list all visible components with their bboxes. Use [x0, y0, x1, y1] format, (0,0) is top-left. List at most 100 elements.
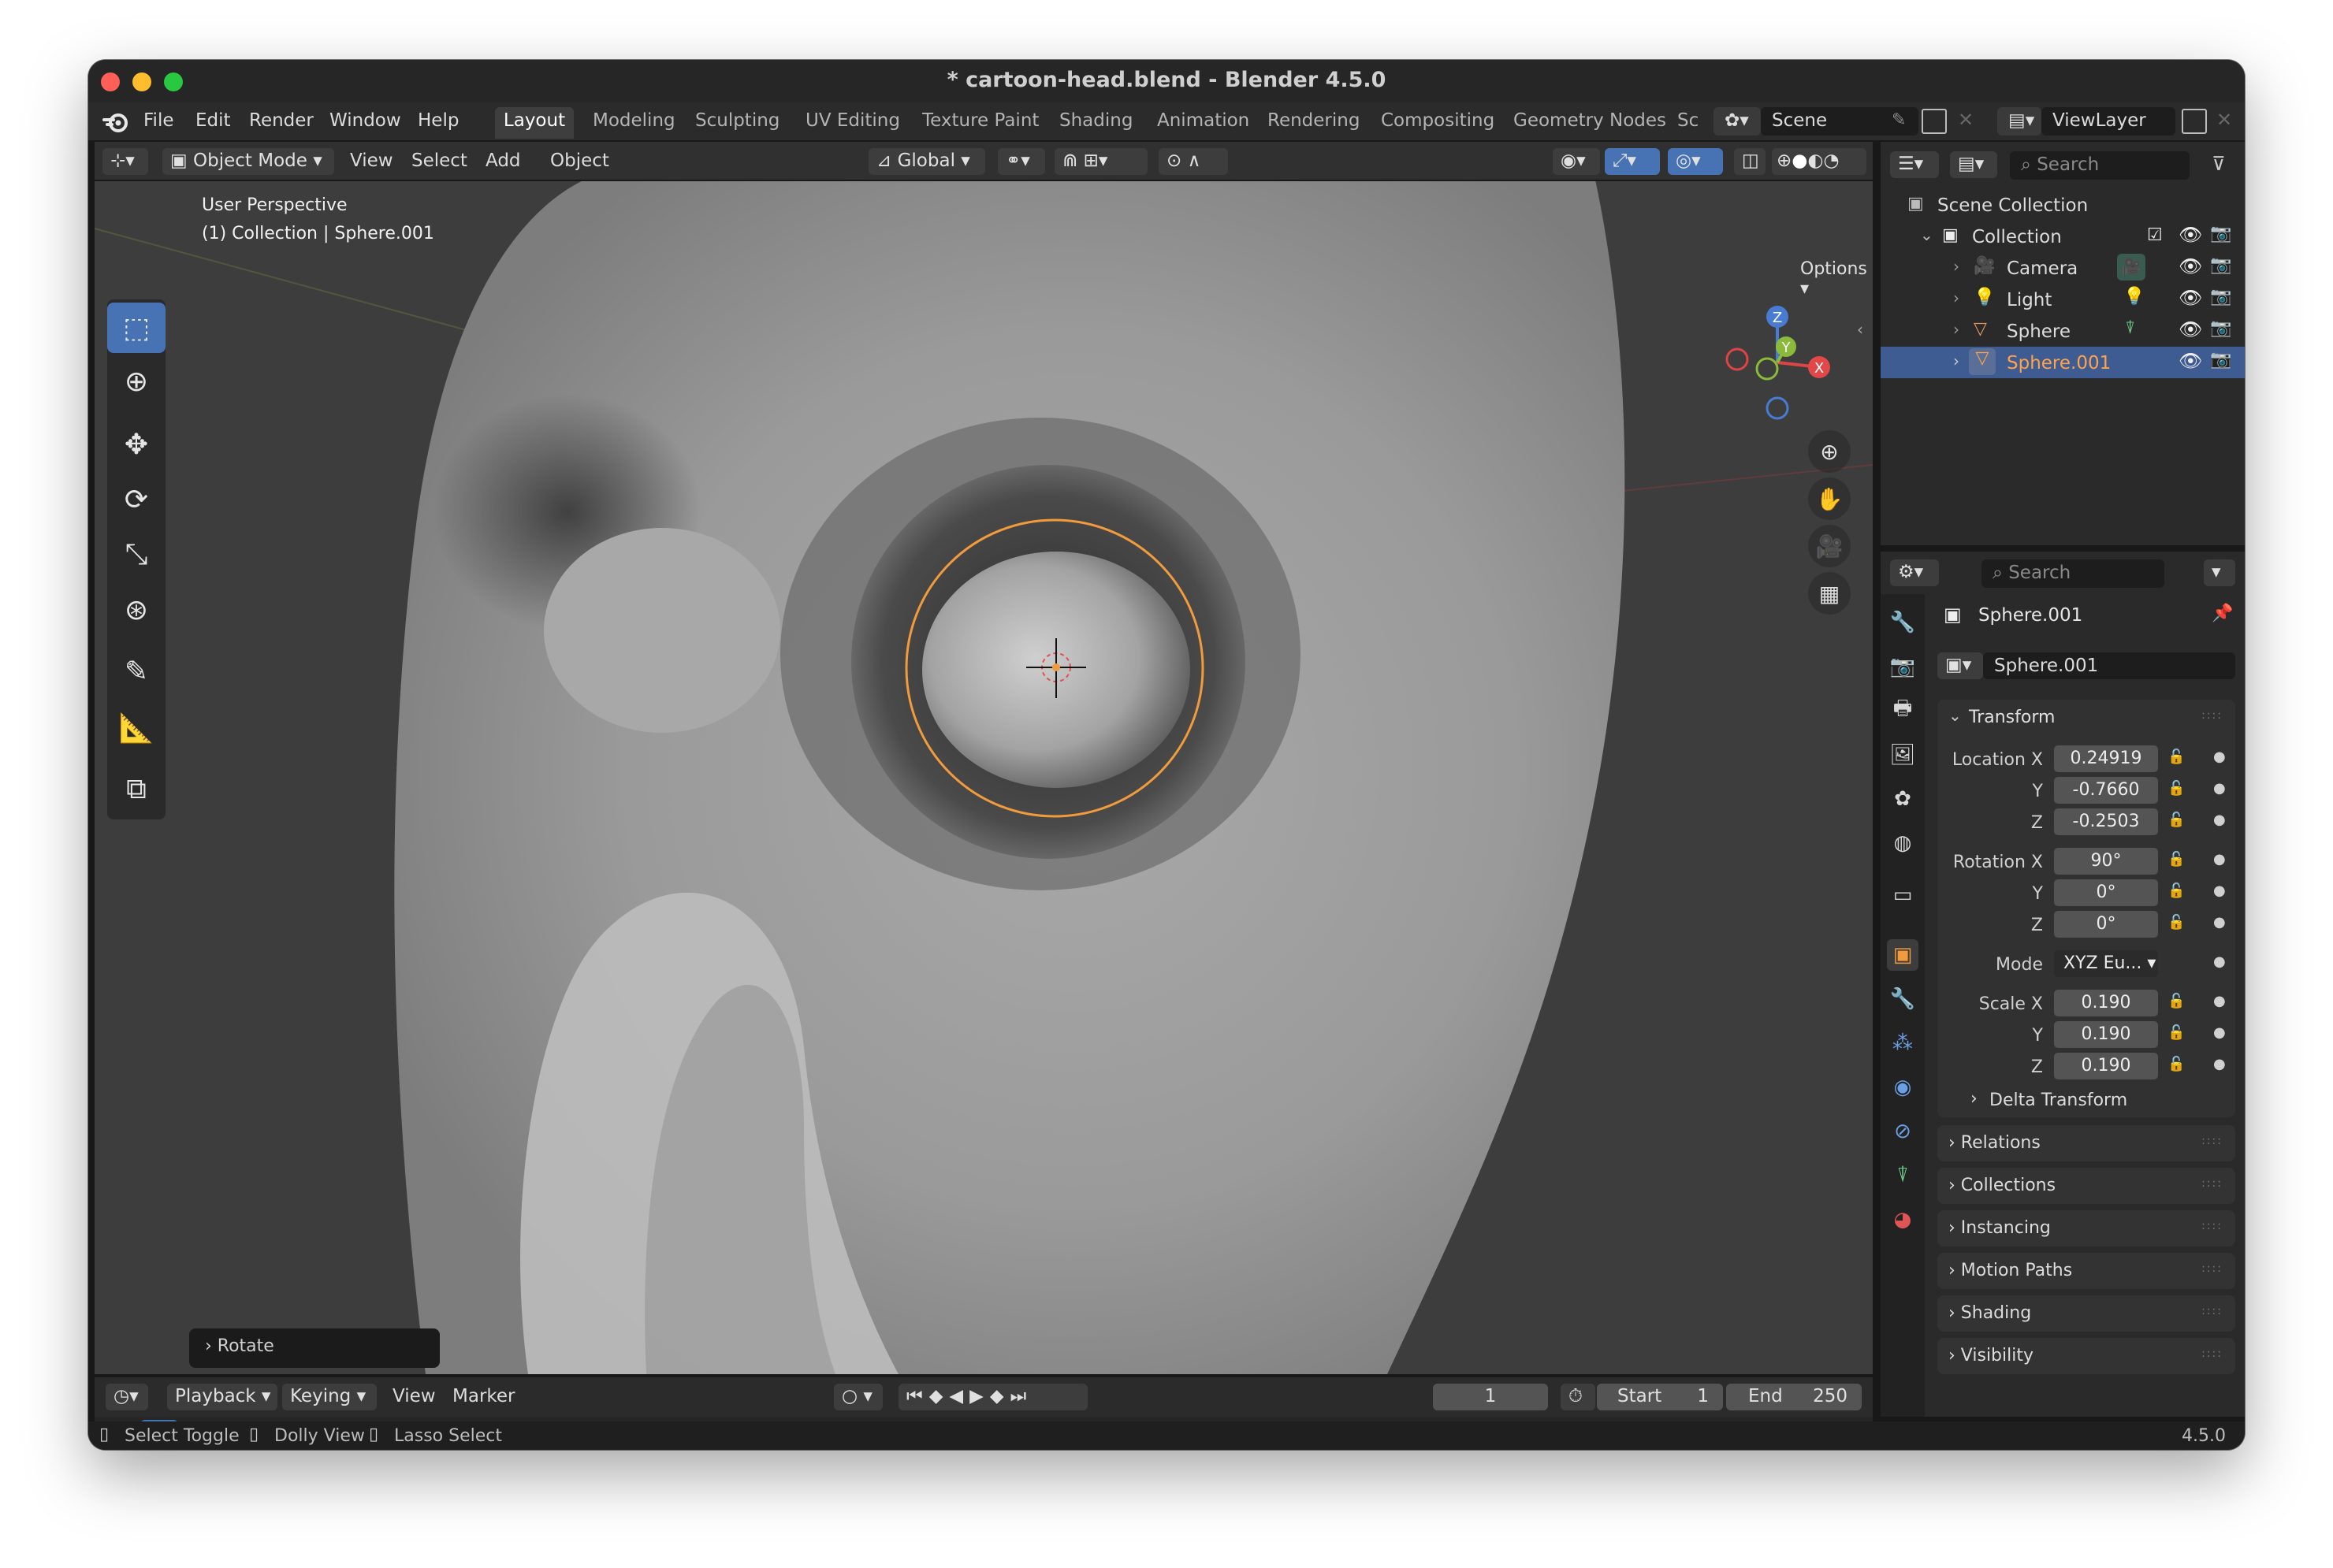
panel-grip-icon[interactable]: :::: [2201, 1220, 2223, 1232]
pan-view-hand-icon[interactable]: ✋ [1808, 477, 1851, 520]
cursor-tool-icon[interactable]: ⊕ [107, 356, 166, 407]
render-tab-icon[interactable]: 📷 [1887, 651, 1918, 682]
auto-keying-toggle[interactable]: ○ ▾ [834, 1384, 883, 1410]
object-tab-icon[interactable]: ▣ [1887, 939, 1918, 971]
visibility-filter-dropdown[interactable]: ◉▾ [1553, 148, 1600, 175]
render-camera-icon[interactable]: 📷 [2210, 287, 2231, 307]
relations-panel[interactable]: › Relations:::: [1937, 1125, 2235, 1161]
outliner-editor-type-button[interactable]: ☰▾ [1890, 151, 1939, 178]
collection-tab-icon[interactable]: ▭ [1887, 879, 1918, 911]
particles-tab-icon[interactable]: ⁂ [1887, 1027, 1918, 1059]
tool-tab-icon[interactable]: 🔧 [1887, 607, 1918, 638]
keyframe-dot-icon[interactable]: ● [2213, 914, 2226, 931]
scale-tool-icon[interactable]: ⤡ [107, 529, 166, 580]
jump-start-icon[interactable]: ⏮ [906, 1386, 929, 1406]
chevron-down-icon[interactable]: ⌄ [1920, 225, 1933, 244]
gizmo-neg-z-axis[interactable] [1766, 396, 1789, 420]
lock-icon[interactable]: 🔓 [2167, 914, 2185, 931]
solid-shading-icon[interactable]: ● [1792, 150, 1807, 171]
shading-mode-buttons[interactable]: ⊕●◐◔ [1772, 148, 1866, 175]
overlays-toggle-button[interactable]: ◎▾ [1668, 148, 1723, 175]
new-scene-button[interactable] [1922, 109, 1947, 134]
panel-grip-icon[interactable]: :::: [2201, 1135, 2223, 1147]
workspace-tab-modeling[interactable]: Modeling [593, 107, 675, 139]
chevron-right-icon[interactable]: › [1953, 320, 1959, 339]
end-frame-field[interactable]: End 250 [1726, 1384, 1862, 1410]
sidebar-toggle-chevron-icon[interactable]: ‹ [1857, 320, 1863, 339]
panel-grip-icon[interactable]: :::: [2201, 1262, 2223, 1275]
keyframe-dot-icon[interactable]: ● [2213, 1024, 2226, 1041]
workspace-tab-layout[interactable]: Layout [495, 107, 574, 139]
remove-scene-icon[interactable]: ✕ [1958, 109, 1974, 131]
properties-editor-type-button[interactable]: ⚙▾ [1890, 559, 1939, 586]
xray-toggle-button[interactable]: ◫ [1734, 148, 1766, 175]
lock-icon[interactable]: 🔓 [2167, 780, 2185, 797]
visibility-eye-icon[interactable]: 👁 [2179, 318, 2202, 340]
view-layer-selector-button[interactable]: ▤▾ [1997, 107, 2041, 136]
panel-grip-icon[interactable]: :::: [2201, 1347, 2223, 1360]
timeline-menu-marker[interactable]: Marker [452, 1386, 515, 1406]
keyframe-dot-icon[interactable]: ● [2213, 851, 2226, 868]
constraints-tab-icon[interactable]: ⊘ [1887, 1116, 1918, 1147]
workspace-tab-scripting[interactable]: Sc [1677, 107, 1699, 139]
view-layer-name-field[interactable]: ViewLayer [2041, 107, 2175, 136]
outliner-item-sphere[interactable]: › ▽ Sphere ⍒ 👁 📷 [1881, 315, 2245, 347]
timeline-menu-view[interactable]: View [393, 1386, 436, 1406]
render-camera-icon[interactable]: 📷 [2210, 224, 2231, 243]
scale-x-field[interactable]: 0.190 [2054, 990, 2158, 1016]
lock-icon[interactable]: 🔓 [2167, 812, 2185, 828]
properties-search-input[interactable]: ⌕ Search [1981, 559, 2164, 588]
rotation-mode-dropdown[interactable]: XYZ Eu... ▾ [2054, 950, 2158, 977]
pin-scene-icon[interactable]: ✎ [1892, 110, 1906, 130]
properties-options-button[interactable]: ▾ [2204, 559, 2235, 586]
measure-tool-icon[interactable]: 📐 [107, 703, 166, 753]
workspace-tab-sculpting[interactable]: Sculpting [695, 107, 780, 139]
gizmo-neg-x-axis[interactable] [1725, 347, 1749, 371]
panel-grip-icon[interactable]: :::: [2201, 1177, 2223, 1190]
delta-transform-subpanel[interactable]: › Delta Transform [1937, 1084, 2235, 1116]
snapping-controls[interactable]: ⋒ ⊞▾ [1055, 148, 1148, 175]
current-frame-field[interactable]: 1 [1433, 1384, 1548, 1410]
visibility-eye-icon[interactable]: 👁 [2179, 224, 2202, 246]
scene-tab-icon[interactable]: ✿ [1887, 783, 1918, 815]
rotate-tool-icon[interactable]: ⟳ [107, 474, 166, 525]
material-shading-icon[interactable]: ◐ [1807, 150, 1823, 171]
workspace-tab-compositing[interactable]: Compositing [1381, 107, 1494, 139]
rendered-shading-icon[interactable]: ◔ [1823, 150, 1839, 171]
editor-type-button[interactable]: ⊹▾ [102, 148, 148, 175]
jump-end-icon[interactable]: ⏭ [1010, 1386, 1033, 1406]
scene-selector-button[interactable]: ✿▾ [1713, 107, 1761, 136]
render-camera-icon[interactable]: 📷 [2210, 350, 2231, 370]
pivot-point-dropdown[interactable]: ⚭▾ [998, 148, 1045, 175]
output-tab-icon[interactable]: 🖶 [1887, 695, 1918, 726]
shading-panel[interactable]: › Shading:::: [1937, 1295, 2235, 1332]
menu-window[interactable]: Window [329, 110, 401, 131]
render-camera-icon[interactable]: 📷 [2210, 255, 2231, 275]
lock-icon[interactable]: 🔓 [2167, 851, 2185, 868]
viewport-menu-add[interactable]: Add [486, 150, 521, 171]
visibility-eye-icon[interactable]: 👁 [2179, 287, 2202, 309]
menu-render[interactable]: Render [249, 110, 314, 131]
chevron-down-icon[interactable]: ⌄ [1948, 706, 1962, 725]
keyframe-dot-icon[interactable]: ● [2213, 953, 2226, 970]
transform-panel-title[interactable]: Transform [1969, 708, 2055, 727]
modifier-tab-icon[interactable]: 🔧 [1887, 983, 1918, 1015]
lock-icon[interactable]: 🔓 [2167, 882, 2185, 899]
prev-keyframe-icon[interactable]: ◆ [929, 1386, 950, 1406]
outliner-item-camera[interactable]: › 🎥 Camera 🎥 👁 📷 [1881, 252, 2245, 284]
keyframe-dot-icon[interactable]: ● [2213, 1056, 2226, 1072]
3d-viewport[interactable]: User Perspective (1) Collection | Sphere… [95, 181, 1873, 1374]
chevron-right-icon[interactable]: › [1953, 257, 1959, 276]
stopwatch-icon[interactable]: ⏱ [1561, 1384, 1595, 1410]
workspace-tab-rendering[interactable]: Rendering [1267, 107, 1360, 139]
wireframe-shading-icon[interactable]: ⊕ [1777, 150, 1792, 171]
menu-edit[interactable]: Edit [195, 110, 231, 131]
playback-controls[interactable]: ⏮◆◀▶◆⏭ [899, 1384, 1088, 1410]
outliner-collection-row[interactable]: ⌄ ▣ Collection ☑ 👁 📷 [1881, 221, 2245, 252]
outliner-item-light[interactable]: › 💡 Light 💡 👁 📷 [1881, 284, 2245, 315]
keyframe-dot-icon[interactable]: ● [2213, 993, 2226, 1009]
orthographic-toggle-grid-icon[interactable]: ▦ [1808, 572, 1851, 615]
location-x-field[interactable]: 0.24919 [2054, 745, 2158, 772]
last-operator-panel[interactable]: › Rotate [189, 1328, 440, 1368]
outliner-display-mode-button[interactable]: ▤▾ [1950, 151, 1997, 178]
